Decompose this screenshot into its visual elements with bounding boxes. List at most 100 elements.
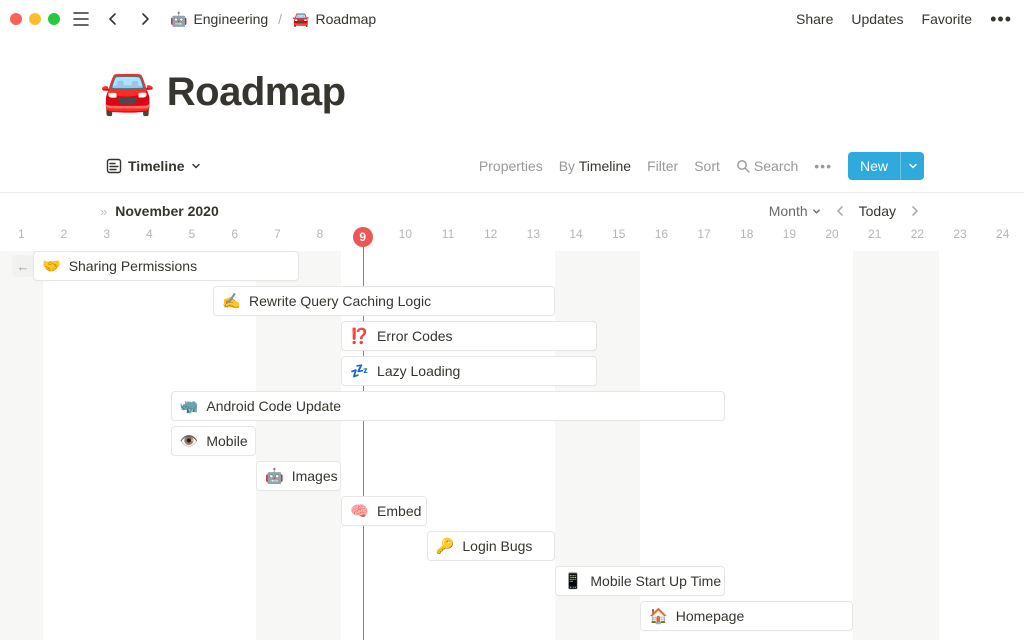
expand-sidebar-icon[interactable]: » — [100, 204, 107, 219]
timeline-day-column: 23 — [939, 227, 982, 241]
breadcrumb-item-current[interactable]: 🚘 Roadmap — [288, 9, 380, 30]
view-bar: Timeline Properties By Timeline Filter S… — [0, 146, 1024, 186]
breadcrumb-emoji: 🤖 — [170, 11, 187, 28]
more-menu-icon[interactable]: ••• — [990, 9, 1012, 30]
view-more-icon[interactable]: ••• — [814, 158, 832, 174]
card-label: Login Bugs — [462, 538, 532, 554]
timeline-card[interactable]: 🤝 Sharing Permissions — [33, 251, 299, 281]
new-button[interactable]: New — [848, 152, 924, 180]
card-emoji: 🧠 — [350, 502, 369, 520]
page-header: 🚘 Roadmap — [0, 38, 1024, 118]
breadcrumb: 🤖 Engineering / 🚘 Roadmap — [166, 9, 380, 30]
nav-forward-button[interactable] — [134, 8, 156, 30]
timeline-card[interactable]: 👁️Mobile — [171, 426, 256, 456]
timeline-day-column: 19 — [768, 227, 811, 241]
card-emoji: 🔑 — [436, 537, 455, 555]
minimize-window-dot[interactable] — [29, 13, 41, 25]
card-label: Images on Android — [292, 468, 342, 484]
new-button-label: New — [848, 158, 900, 174]
card-label: Error Codes — [377, 328, 452, 344]
card-emoji: 🦏 — [180, 397, 199, 415]
filter-button[interactable]: Filter — [647, 158, 678, 174]
card-label: Android Code Update — [206, 398, 341, 414]
breadcrumb-emoji: 🚘 — [292, 11, 309, 28]
group-by[interactable]: By Timeline — [559, 158, 631, 174]
timeline-card[interactable]: 🔑 Login Bugs — [427, 531, 555, 561]
menu-icon[interactable] — [70, 8, 92, 30]
close-window-dot[interactable] — [10, 13, 22, 25]
card-emoji: 📱 — [564, 572, 583, 590]
properties-button[interactable]: Properties — [479, 158, 543, 174]
timeline-day-column: 2 — [43, 227, 86, 241]
card-emoji: ⁉️ — [350, 327, 369, 345]
card-label: Rewrite Query Caching Logic — [249, 293, 431, 309]
timeline-day-column: 12 — [469, 227, 512, 241]
card-emoji: ✍️ — [222, 292, 241, 310]
timeline-day-column: 18 — [725, 227, 768, 241]
timeline-day-column: 6 — [213, 227, 256, 241]
chevron-down-icon — [812, 207, 821, 216]
timeline-month-label: November 2020 — [115, 203, 219, 219]
timeline-day-column: 16 — [640, 227, 683, 241]
card-emoji: 💤 — [350, 362, 369, 380]
timeline-day-column: 9 — [341, 227, 384, 247]
timeline-day-column: 15 — [597, 227, 640, 241]
timeline-card[interactable]: 🦏 Android Code Update — [171, 391, 726, 421]
search-button[interactable]: Search — [736, 158, 798, 174]
breadcrumb-item-parent[interactable]: 🤖 Engineering — [166, 9, 272, 30]
timeline-card[interactable]: 💤 Lazy Loading — [341, 356, 597, 386]
timeline-day-column: 7 — [256, 227, 299, 241]
timeline-day-column: 17 — [683, 227, 726, 241]
page-title[interactable]: Roadmap — [167, 70, 346, 115]
nav-back-button[interactable] — [102, 8, 124, 30]
card-emoji: 🏠 — [649, 607, 668, 625]
timeline-day-column: 20 — [811, 227, 854, 241]
chevron-down-icon — [908, 161, 918, 171]
timeline-day-header: 123456789101112131415161718192021222324 — [0, 227, 1024, 251]
updates-link[interactable]: Updates — [851, 11, 903, 27]
timeline-card[interactable]: ⁉️ Error Codes — [341, 321, 597, 351]
sort-button[interactable]: Sort — [694, 158, 720, 174]
topbar: 🤖 Engineering / 🚘 Roadmap Share Updates … — [0, 0, 1024, 38]
card-label: Mobile Start Up Time — [590, 573, 721, 589]
timeline-day-column: 10 — [384, 227, 427, 241]
card-emoji: 🤝 — [42, 257, 61, 275]
timeline-card[interactable]: 🏠Homepage — [640, 601, 853, 631]
favorite-link[interactable]: Favorite — [922, 11, 973, 27]
timeline-day-column: 24 — [981, 227, 1024, 241]
timeline-card[interactable]: 🧠Embed Errors — [341, 496, 426, 526]
timeline-today-button[interactable]: Today — [859, 203, 896, 219]
timeline-prev-button[interactable] — [831, 203, 849, 219]
timeline-day-column: 13 — [512, 227, 555, 241]
maximize-window-dot[interactable] — [48, 13, 60, 25]
timeline-day-column: 3 — [85, 227, 128, 241]
search-icon — [736, 159, 750, 173]
timeline-grid[interactable]: ← 🤝 Sharing Permissions ✍️ Rewrite Query Cac… — [0, 251, 1024, 640]
card-emoji: 👁️ — [180, 432, 199, 450]
breadcrumb-label: Roadmap — [316, 11, 377, 27]
page-icon[interactable]: 🚘 — [100, 66, 155, 118]
card-emoji: 🤖 — [265, 467, 284, 485]
view-name: Timeline — [128, 158, 185, 174]
timeline: » November 2020 Month Today 123456789101… — [0, 192, 1024, 637]
timeline-day-column: 4 — [128, 227, 171, 241]
timeline-day-column: 22 — [896, 227, 939, 241]
share-link[interactable]: Share — [796, 11, 833, 27]
timeline-day-column: 14 — [555, 227, 598, 241]
timeline-day-column: 1 — [0, 227, 43, 241]
timeline-day-column: 5 — [171, 227, 214, 241]
timeline-next-button[interactable] — [906, 203, 924, 219]
timeline-card[interactable]: ✍️ Rewrite Query Caching Logic — [213, 286, 554, 316]
timeline-card[interactable]: 📱 Mobile Start Up Time — [555, 566, 726, 596]
timeline-zoom-selector[interactable]: Month — [769, 203, 821, 219]
scroll-back-handle[interactable]: ← — [12, 255, 34, 277]
card-label: Sharing Permissions — [69, 258, 197, 274]
view-switcher[interactable]: Timeline — [100, 154, 207, 178]
weekend-shading — [0, 251, 43, 640]
window-controls — [10, 13, 60, 25]
new-button-dropdown[interactable] — [900, 152, 924, 180]
breadcrumb-separator: / — [278, 11, 282, 27]
card-label: Lazy Loading — [377, 363, 460, 379]
timeline-card[interactable]: 🤖 Images on Android — [256, 461, 341, 491]
group-by-prefix: By — [559, 158, 575, 174]
